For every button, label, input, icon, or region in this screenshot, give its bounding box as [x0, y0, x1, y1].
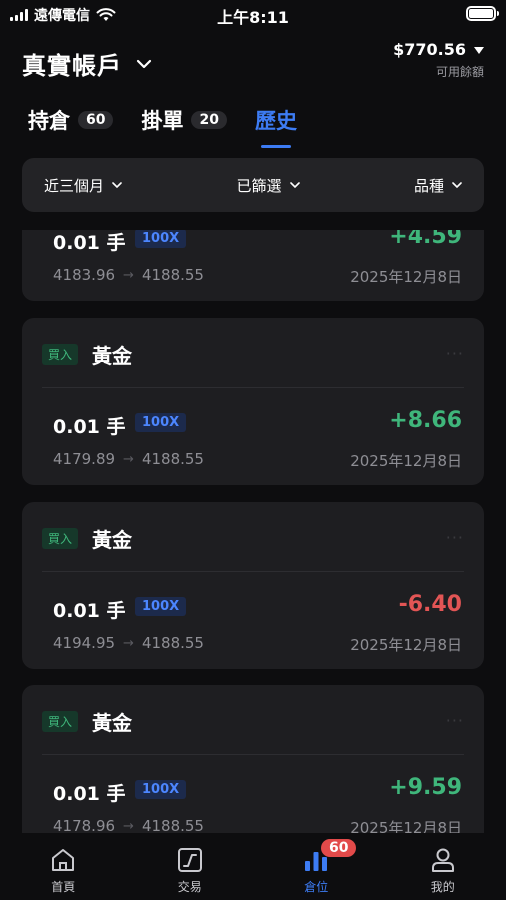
chevron-down-icon — [112, 182, 122, 189]
bottom-nav: 首頁 交易 倉位 60 我的 — [0, 833, 506, 900]
nav-profile-label: 我的 — [430, 880, 455, 894]
tab-pending-label: 掛單 — [141, 109, 184, 133]
balance-label: 可用餘額 — [435, 65, 484, 79]
trade-prices: 4179.89 → 4188.55 — [53, 450, 204, 468]
more-icon[interactable]: ··· — [446, 528, 464, 547]
leverage-badge: 100X — [135, 230, 187, 248]
trade-lots: 0.01 手 — [53, 416, 126, 438]
open-price: 4194.95 — [53, 634, 116, 652]
trade-date: 2025年12月8日 — [350, 636, 462, 654]
tab-pending-count: 20 — [191, 111, 227, 129]
close-price: 4188.55 — [141, 450, 204, 468]
caret-down-icon — [474, 47, 484, 54]
trade-symbol: 黃金 — [92, 711, 132, 735]
balance-block[interactable]: $770.56 可用餘額 — [393, 40, 484, 80]
arrow-right-icon: → — [123, 818, 134, 834]
more-icon[interactable]: ··· — [446, 344, 464, 363]
open-price: 4179.89 — [53, 450, 116, 468]
nav-positions-label: 倉位 — [304, 880, 329, 894]
arrow-right-icon: → — [123, 635, 134, 651]
profile-icon — [431, 848, 454, 872]
period-filter-label: 近三個月 — [44, 176, 105, 195]
trade-symbol: 黃金 — [92, 528, 132, 552]
trade-card[interactable]: 買入 黃金 ··· 0.01 手 100X +8.66 4179.89 → 41… — [22, 318, 484, 485]
trade-prices: 4183.96 → 4188.55 — [53, 266, 204, 284]
position-tabs: 持倉 60 掛單 20 歷史 — [28, 104, 297, 148]
nav-home[interactable]: 首頁 — [0, 833, 127, 900]
filter-bar: 近三個月 已篩選 品種 — [22, 158, 484, 212]
tab-history-label: 歷史 — [254, 109, 297, 133]
battery-icon — [466, 6, 499, 21]
chart-icon — [177, 848, 202, 872]
nav-trade[interactable]: 交易 — [127, 833, 254, 900]
tab-holdings[interactable]: 持倉 60 — [28, 104, 114, 136]
status-bar: 遠傳電信 上午8:11 — [0, 0, 506, 28]
more-icon[interactable]: ··· — [446, 711, 464, 730]
trade-pnl: +9.59 — [389, 775, 462, 800]
side-badge: 買入 — [42, 711, 79, 732]
trade-date: 2025年12月8日 — [350, 268, 462, 286]
status-time: 上午8:11 — [217, 8, 289, 27]
trade-date: 2025年12月8日 — [350, 452, 462, 470]
trade-card[interactable]: 買入 黃金 ··· 0.01 手 100X +9.59 4178.96 → 41… — [22, 685, 484, 833]
home-icon — [52, 849, 75, 871]
nav-home-label: 首頁 — [51, 880, 76, 894]
account-selector[interactable]: 真實帳戶 — [22, 46, 152, 81]
chevron-down-icon — [136, 59, 152, 68]
trade-pnl: +4.59 — [389, 230, 462, 249]
trade-history-list[interactable]: 0.01 手 100X +4.59 4183.96 → 4188.55 2025… — [22, 230, 484, 833]
trade-card-header: 買入 黃金 ··· — [42, 685, 464, 755]
trade-pnl: -6.40 — [398, 592, 462, 617]
trade-lots: 0.01 手 — [53, 600, 126, 622]
nav-positions[interactable]: 倉位 60 — [253, 833, 380, 900]
trade-lots: 0.01 手 — [53, 783, 126, 805]
trade-card-body: 0.01 手 100X +4.59 4183.96 → 4188.55 2025… — [22, 230, 484, 300]
period-filter[interactable]: 近三個月 — [44, 175, 122, 196]
account-title: 真實帳戶 — [22, 52, 122, 80]
trade-prices: 4194.95 → 4188.55 — [53, 634, 204, 652]
nav-trade-label: 交易 — [177, 880, 202, 894]
open-price: 4183.96 — [53, 266, 116, 284]
close-price: 4188.55 — [141, 634, 204, 652]
trade-card-body: 0.01 手 100X +8.66 4179.89 → 4188.55 2025… — [22, 388, 484, 484]
nav-profile[interactable]: 我的 — [380, 833, 506, 900]
instrument-filter-label: 品種 — [413, 176, 444, 195]
arrow-right-icon: → — [123, 267, 134, 283]
close-price: 4188.55 — [141, 817, 204, 833]
leverage-badge: 100X — [135, 780, 187, 799]
open-price: 4178.96 — [53, 817, 116, 833]
trade-date: 2025年12月8日 — [350, 819, 462, 833]
filtered-filter-label: 已篩選 — [236, 176, 282, 195]
trade-lots: 0.01 手 — [53, 232, 126, 254]
trade-card[interactable]: 買入 黃金 ··· 0.01 手 100X -6.40 4194.95 → 41… — [22, 502, 484, 669]
leverage-badge: 100X — [135, 413, 187, 432]
trade-symbol: 黃金 — [92, 344, 132, 368]
chevron-down-icon — [452, 182, 462, 189]
tab-pending-orders[interactable]: 掛單 20 — [141, 104, 227, 136]
side-badge: 買入 — [42, 528, 79, 549]
balance-amount: $770.56 — [393, 40, 466, 59]
trade-card-body: 0.01 手 100X -6.40 4194.95 → 4188.55 2025… — [22, 572, 484, 668]
instrument-filter[interactable]: 品種 — [414, 175, 462, 196]
trade-card[interactable]: 0.01 手 100X +4.59 4183.96 → 4188.55 2025… — [22, 230, 484, 301]
trade-prices: 4178.96 → 4188.55 — [53, 817, 204, 833]
leverage-badge: 100X — [135, 597, 187, 616]
close-price: 4188.55 — [141, 266, 204, 284]
trade-card-header: 買入 黃金 ··· — [42, 318, 464, 388]
tab-holdings-label: 持倉 — [28, 109, 70, 133]
trade-card-header: 買入 黃金 ··· — [42, 502, 464, 572]
trade-card-body: 0.01 手 100X +9.59 4178.96 → 4188.55 2025… — [22, 755, 484, 833]
tab-history[interactable]: 歷史 — [254, 104, 297, 148]
arrow-right-icon: → — [123, 451, 134, 467]
filtered-filter[interactable]: 已篩選 — [236, 175, 300, 196]
trade-pnl: +8.66 — [389, 408, 462, 433]
positions-count-badge: 60 — [321, 839, 357, 857]
chevron-down-icon — [289, 182, 300, 189]
side-badge: 買入 — [42, 344, 79, 365]
tab-holdings-count: 60 — [78, 111, 114, 129]
